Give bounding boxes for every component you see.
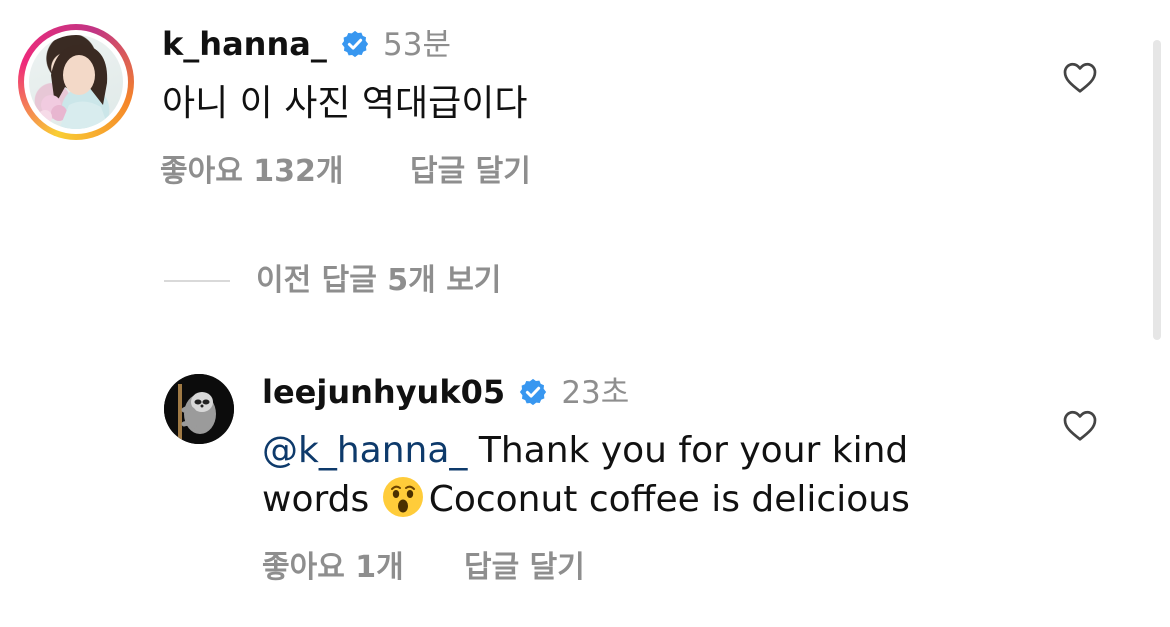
scrollbar[interactable] xyxy=(1153,40,1161,340)
reply-text-line-2: words Coconut coffee is delicious xyxy=(262,475,910,524)
username[interactable]: leejunhyuk05 xyxy=(262,373,505,411)
reply-text-line-1: @k_hanna_ Thank you for your kind xyxy=(262,427,908,475)
reply-header: leejunhyuk05 23초 xyxy=(262,372,629,413)
mention-link[interactable]: @k_hanna_ xyxy=(262,430,467,471)
verified-badge-icon xyxy=(341,30,369,58)
reply-text: words xyxy=(262,479,381,520)
avatar[interactable] xyxy=(164,374,234,444)
reply-button[interactable]: 답글 달기 xyxy=(410,152,531,192)
avatar-portrait-icon xyxy=(38,44,109,129)
timestamp: 23초 xyxy=(561,375,630,411)
reply-text: Thank you for your kind xyxy=(467,430,909,471)
sloth-avatar-icon xyxy=(164,374,234,444)
avatar-story-ring[interactable] xyxy=(18,24,134,140)
verified-badge-icon xyxy=(520,378,547,406)
comment-header: k_hanna_ 53분 xyxy=(162,24,451,65)
reply-text: Coconut coffee is delicious xyxy=(428,479,910,520)
avatar-frame xyxy=(24,30,128,134)
timestamp: 53분 xyxy=(383,27,451,63)
thread-divider xyxy=(164,280,230,282)
username[interactable]: k_hanna_ xyxy=(162,25,327,63)
heart-icon[interactable] xyxy=(1062,408,1098,442)
comment-text: 아니 이 사진 역대급이다 xyxy=(162,83,528,124)
like-count[interactable]: 좋아요 132개 xyxy=(160,152,343,192)
heart-icon[interactable] xyxy=(1062,60,1098,94)
like-count[interactable]: 좋아요 1개 xyxy=(262,548,404,588)
view-previous-replies-button[interactable]: 이전 답글 5개 보기 xyxy=(256,261,501,301)
astonished-face-emoji-icon xyxy=(382,477,423,517)
avatar xyxy=(29,35,123,129)
reply-button[interactable]: 답글 달기 xyxy=(464,548,585,588)
